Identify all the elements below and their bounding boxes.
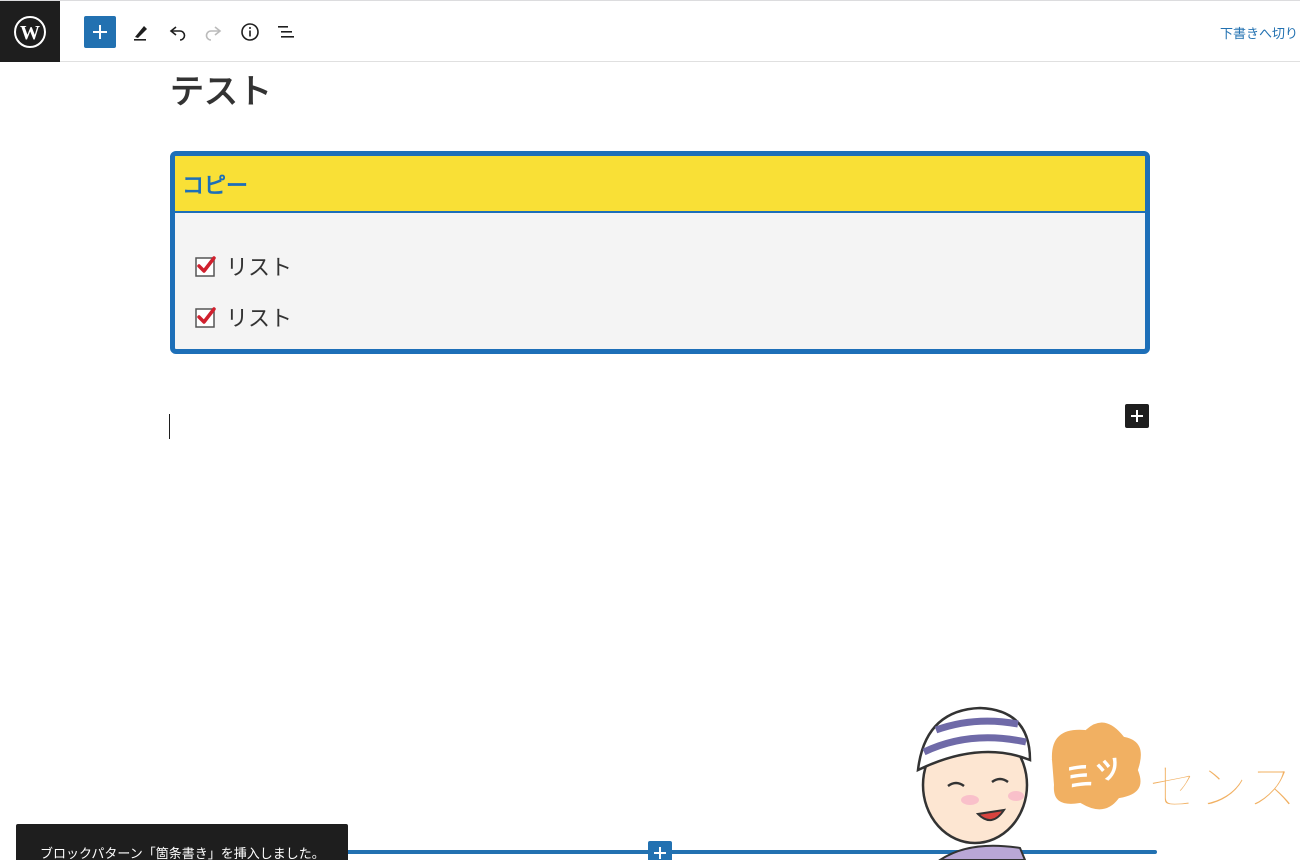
- svg-text:W: W: [20, 22, 40, 44]
- mascot-logo-watermark: ミッ センス: [916, 706, 1298, 860]
- mascot-logo-text: センス: [1148, 759, 1297, 817]
- undo-icon: [169, 26, 186, 41]
- list-item-label: リスト: [226, 256, 293, 281]
- add-block-button[interactable]: [1125, 404, 1149, 428]
- plus-icon: [93, 25, 107, 39]
- pencil-icon: [134, 26, 147, 41]
- info-icon: [241, 23, 259, 41]
- block-inserter-button[interactable]: [84, 16, 116, 48]
- checkbox-checked-icon: [195, 255, 216, 277]
- redo-icon: [205, 26, 222, 41]
- plus-icon: [1131, 410, 1143, 422]
- checkbox-checked-icon: [195, 306, 216, 328]
- text-cursor[interactable]: [169, 414, 170, 439]
- list-item[interactable]: リスト: [195, 301, 292, 333]
- list-item[interactable]: リスト: [195, 250, 292, 282]
- details-button[interactable]: [234, 16, 266, 48]
- list-view-icon: [278, 26, 294, 38]
- save-draft-button[interactable]: 下書きへ切り: [1220, 23, 1298, 42]
- list-view-button[interactable]: [270, 16, 302, 48]
- list-item-label: リスト: [226, 307, 293, 332]
- editor-toolbar: W 下書きへ切り: [0, 1, 1300, 62]
- checklist-box-block[interactable]: コピー リスト リスト: [170, 151, 1150, 354]
- wordpress-icon[interactable]: W: [0, 1, 60, 62]
- snackbar-notice[interactable]: ブロックパターン「箇条書き」を挿入しました。: [16, 824, 348, 860]
- plus-icon: [654, 847, 666, 859]
- undo-button[interactable]: [162, 16, 194, 48]
- tools-button[interactable]: [125, 16, 157, 48]
- insert-block-button[interactable]: [648, 841, 672, 860]
- box-header[interactable]: コピー: [175, 156, 1145, 213]
- redo-button[interactable]: [197, 16, 229, 48]
- post-title[interactable]: テスト: [170, 64, 272, 113]
- snackbar-message: ブロックパターン「箇条書き」を挿入しました。: [40, 847, 325, 860]
